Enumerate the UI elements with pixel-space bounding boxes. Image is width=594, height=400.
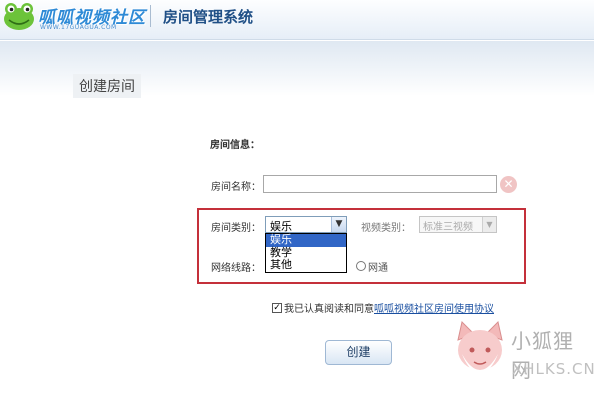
header-divider: [150, 5, 151, 27]
brand-url: WWW.17GUAGUA.COM: [40, 24, 117, 31]
system-title: 房间管理系统: [163, 8, 254, 26]
agree-checkbox[interactable]: ✓: [272, 303, 282, 313]
room-category-value: 娱乐: [270, 220, 292, 233]
network-label: 网络线路：: [211, 263, 261, 274]
fox-watermark-icon: [457, 321, 503, 376]
agreement-text: 我已认真阅读和同意呱呱视频社区房间使用协议: [284, 300, 494, 315]
chevron-down-icon[interactable]: ▼: [331, 217, 346, 232]
clear-x-icon[interactable]: ✕: [500, 176, 517, 193]
video-category-value: 标准三视频: [423, 222, 473, 233]
network-option-label: 网通: [368, 263, 388, 274]
frog-logo-icon: [4, 3, 34, 30]
network-radio[interactable]: [356, 261, 366, 271]
dropdown-option-other[interactable]: 其他: [266, 258, 346, 272]
chevron-down-icon[interactable]: ▼: [482, 217, 496, 232]
room-category-select[interactable]: 娱乐 ▼: [265, 216, 347, 233]
room-info-heading: 房间信息：: [210, 140, 260, 151]
create-button[interactable]: 创建: [325, 340, 392, 365]
video-category-label: 视频类别：: [361, 223, 411, 234]
room-name-input[interactable]: [263, 175, 497, 193]
dropdown-option-entertainment[interactable]: 娱乐: [266, 233, 346, 247]
agreement-link[interactable]: 呱呱视频社区房间使用协议: [374, 304, 494, 315]
watermark-text-en: XHLKS.CN: [512, 360, 594, 378]
agreement-prefix: 我已认真阅读和同意: [284, 304, 374, 315]
video-category-select[interactable]: 标准三视频 ▼: [419, 216, 497, 233]
room-name-label: 房间名称：: [211, 182, 261, 193]
app-header: 呱呱视频社区 WWW.17GUAGUA.COM 房间管理系统: [0, 0, 594, 40]
room-category-label: 房间类别：: [211, 223, 261, 234]
page-title: 创建房间: [73, 74, 141, 98]
room-category-dropdown[interactable]: 娱乐 教学 其他: [265, 233, 347, 273]
